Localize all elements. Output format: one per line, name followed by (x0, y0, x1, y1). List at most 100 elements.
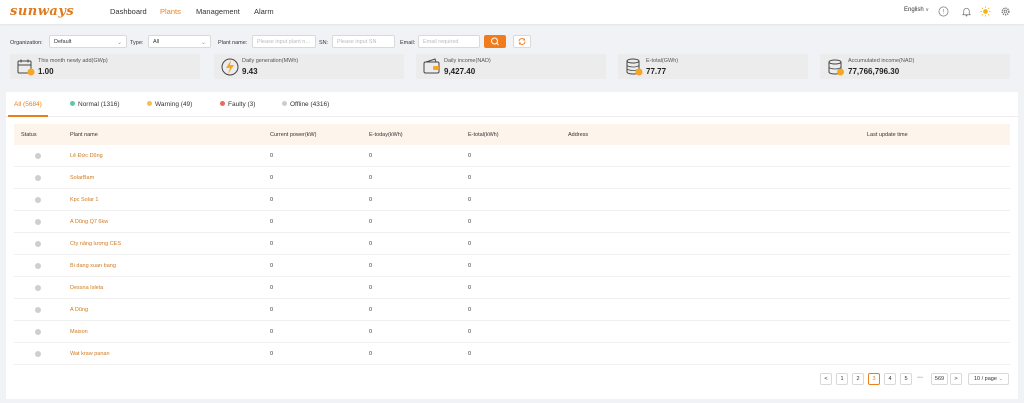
stat-card-daily-income: Daily income(NAD) 9,427.40 (416, 54, 606, 79)
tab-count: (1316) (100, 101, 120, 108)
bell-icon[interactable] (961, 6, 972, 17)
tab-label: Faulty (228, 101, 246, 108)
page-button[interactable]: 2 (852, 373, 864, 385)
current-power-value: 0 (270, 153, 274, 159)
language-selector[interactable]: English ∨ (904, 7, 929, 13)
tab-count: (4316) (310, 101, 330, 108)
filter-bar: Organization: Default ⌄ Type: All ⌄ Plan… (6, 31, 1018, 53)
page-button[interactable]: 1 (836, 373, 848, 385)
e-today-value: 0 (369, 153, 373, 159)
tab-offline[interactable]: Offline (4316) (282, 101, 329, 108)
plant-name-input[interactable]: Please input plant n... (252, 35, 316, 48)
email-input[interactable]: Email required (418, 35, 480, 48)
page-button[interactable]: 5 (900, 373, 912, 385)
gear-icon[interactable] (1000, 6, 1011, 17)
header-e-total: E-total(kWh) (468, 132, 499, 138)
refresh-button[interactable] (513, 35, 531, 48)
language-label: English (904, 7, 924, 13)
e-today-value: 0 (369, 175, 373, 181)
status-dot-offline (35, 307, 41, 313)
table-row: Maison 0 0 0 (14, 321, 1010, 343)
stat-label: E-total(GWh) (646, 58, 679, 64)
help-icon[interactable]: ! (938, 6, 949, 17)
tab-all[interactable]: All (5684) (14, 101, 42, 108)
stat-value: 1.00 (38, 67, 54, 76)
status-dot-offline (35, 175, 41, 181)
organization-select[interactable]: Default ⌄ (49, 35, 127, 48)
tab-label: Normal (78, 101, 99, 108)
plant-name-link[interactable]: A Dũng Q7 6kw (70, 219, 108, 225)
current-power-value: 0 (270, 241, 274, 247)
tab-normal[interactable]: Normal (1316) (70, 101, 120, 108)
nav-management[interactable]: Management (196, 7, 240, 16)
page-button[interactable]: 4 (884, 373, 896, 385)
current-power-value: 0 (270, 351, 274, 357)
stat-card-e-total: E-total(GWh) 77.77 (618, 54, 808, 79)
stat-card-monthly-added: This month newly add(GWp) 1.00 (10, 54, 200, 79)
stat-value: 9.43 (242, 67, 258, 76)
page-size-value: 10 / page (973, 376, 997, 382)
status-dot-offline (35, 153, 41, 159)
current-power-value: 0 (270, 197, 274, 203)
e-today-value: 0 (369, 329, 373, 335)
status-dot-faulty (220, 101, 225, 106)
current-power-value: 0 (270, 307, 274, 313)
lightning-icon (221, 58, 239, 76)
e-total-value: 0 (468, 263, 472, 269)
status-dot-offline (35, 219, 41, 225)
plant-name-link[interactable]: Bi dang xuan bang (70, 263, 116, 269)
sn-input[interactable]: Please input SN (332, 35, 395, 48)
header-status: Status (21, 132, 37, 138)
nav-plants[interactable]: Plants (160, 7, 181, 16)
tab-label: Offline (290, 101, 309, 108)
stat-label: This month newly add(GWp) (38, 58, 108, 64)
next-page-button[interactable]: > (950, 373, 962, 385)
table-row: Kpc Solar 1 0 0 0 (14, 189, 1010, 211)
e-total-value: 0 (468, 219, 472, 225)
nav-dashboard[interactable]: Dashboard (110, 7, 147, 16)
svg-text:!: ! (943, 10, 945, 16)
table-row: A Dũng Q7 6kw 0 0 0 (14, 211, 1010, 233)
plant-name-link[interactable]: Wat kraw panan (70, 351, 110, 357)
page-button-last[interactable]: 569 (931, 373, 948, 385)
plant-name-link[interactable]: A Dũng (70, 307, 88, 313)
sunways-logo[interactable]: sunways (10, 4, 74, 19)
current-power-value: 0 (270, 219, 274, 225)
search-button[interactable] (484, 35, 506, 48)
header-address: Address (568, 132, 589, 138)
tab-divider (6, 116, 1018, 117)
table-row: A Dũng 0 0 0 (14, 299, 1010, 321)
status-dot-offline (35, 329, 41, 335)
e-today-value: 0 (369, 263, 373, 269)
prev-page-button[interactable]: < (820, 373, 832, 385)
tab-warning[interactable]: Warning (49) (147, 101, 192, 108)
page-size-select[interactable]: 10 / page ⌄ (968, 373, 1009, 385)
plant-name-link[interactable]: Kpc Solar 1 (70, 197, 98, 203)
e-total-value: 0 (468, 285, 472, 291)
header-last-update: Last update time (867, 132, 908, 138)
e-total-value: 0 (468, 351, 472, 357)
table-row: Wat kraw panan 0 0 0 (14, 343, 1010, 365)
plant-name-link[interactable]: SolarBam (70, 175, 94, 181)
status-dot-warning (147, 101, 152, 106)
tab-count: (5684) (23, 101, 42, 108)
type-label: Type: (130, 40, 144, 46)
status-dot-offline (35, 263, 41, 269)
nav-alarm[interactable]: Alarm (254, 7, 274, 16)
plant-name-link[interactable]: Lê Đức Dũng (70, 153, 103, 159)
sun-icon[interactable] (980, 6, 991, 17)
page-button-active[interactable]: 3 (868, 373, 880, 385)
type-select[interactable]: All ⌄ (148, 35, 211, 48)
plant-name-link[interactable]: Dessna Isleta (70, 285, 103, 291)
tab-faulty[interactable]: Faulty (3) (220, 101, 255, 108)
plant-name-link[interactable]: Cty năng lượng CES (70, 241, 121, 247)
current-power-value: 0 (270, 175, 274, 181)
header-e-today: E-today(kWh) (369, 132, 403, 138)
pagination-ellipsis[interactable]: ••• (913, 373, 927, 385)
header-plant-name: Plant name (70, 132, 98, 138)
tab-count: (3) (247, 101, 256, 108)
plant-name-label: Plant name: (218, 40, 248, 46)
plant-name-link[interactable]: Maison (70, 329, 88, 335)
stat-value: 77.77 (646, 67, 667, 76)
e-total-value: 0 (468, 153, 472, 159)
